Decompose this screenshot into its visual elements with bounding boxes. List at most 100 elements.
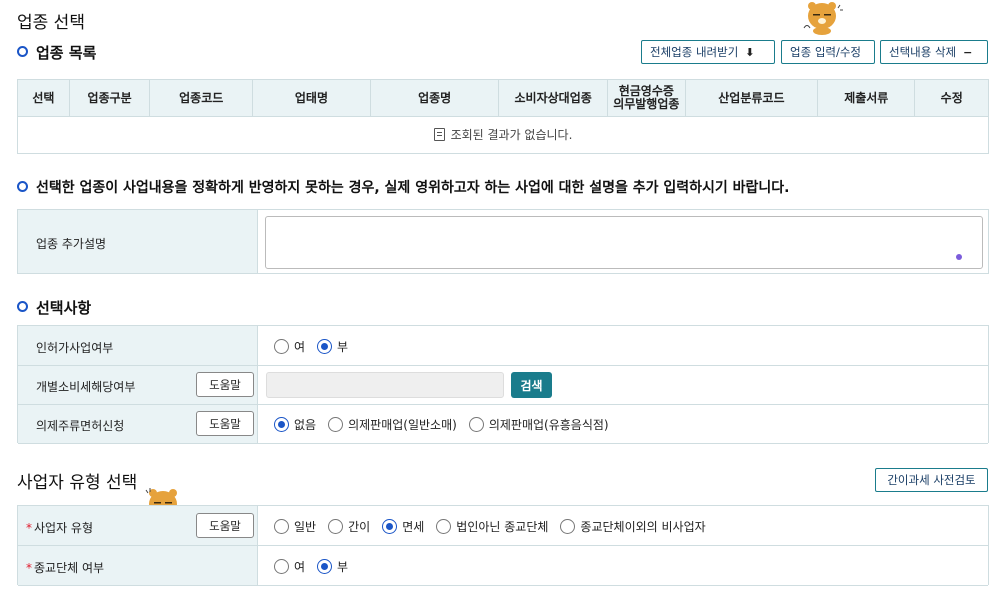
excise-row: 개별소비세해당여부 도움말 검색 bbox=[18, 366, 988, 405]
license-option-no[interactable]: 부 bbox=[317, 338, 348, 355]
biz-type-option-religious[interactable]: 법인아닌 종교단체 bbox=[436, 518, 548, 535]
option-label: 없음 bbox=[294, 418, 317, 432]
radio-button-selected[interactable] bbox=[382, 519, 398, 534]
column-header: 산업분류코드 bbox=[684, 79, 819, 117]
delete-selected-button[interactable]: 선택내용 삭제 − bbox=[880, 40, 988, 64]
industry-list-heading: 업종 목록 bbox=[17, 42, 96, 63]
notice-message: 선택한 업종이 사업내용을 정확하게 반영하지 못하는 경우, 실제 영위하고자… bbox=[36, 180, 790, 196]
option-label: 여 bbox=[294, 560, 306, 574]
simplified-check-button[interactable]: 간이과세 사전검토 bbox=[875, 468, 988, 492]
option-label: 간이 bbox=[348, 520, 371, 534]
extra-description-table: 업종 추가설명 bbox=[17, 209, 989, 274]
option-label: 법인아닌 종교단체 bbox=[456, 520, 549, 534]
option-label: 면세 bbox=[402, 520, 425, 534]
religious-option-yes[interactable]: 여 bbox=[274, 558, 305, 575]
religious-label: * 종교단체 여부 bbox=[26, 559, 104, 576]
license-radio-group: 여 부 bbox=[274, 338, 360, 355]
biz-type-row: * 사업자 유형 도움말 일반 간이 면세 법인아닌 종교단체 종교단체이외의 비… bbox=[18, 506, 988, 546]
radio-button[interactable] bbox=[560, 519, 576, 534]
liquor-radio-group: 없음 의제판매업(일반소매) 의제판매업(유흥음식점) bbox=[274, 416, 621, 433]
religious-radio-group: 여 부 bbox=[274, 558, 360, 575]
delete-selected-label: 선택내용 삭제 bbox=[889, 45, 957, 59]
option-label: 부 bbox=[337, 560, 349, 574]
column-header: 소비자상대업종 bbox=[498, 79, 608, 117]
radio-button[interactable] bbox=[274, 559, 289, 574]
download-all-label: 전체업종 내려받기 bbox=[650, 45, 739, 59]
liquor-option-retail[interactable]: 의제판매업(일반소매) bbox=[328, 416, 457, 433]
biz-type-radio-group: 일반 간이 면세 법인아닌 종교단체 종교단체이외의 비사업자 bbox=[274, 518, 718, 535]
biz-type-heading: 사업자 유형 선택 bbox=[17, 473, 138, 493]
biz-type-option-general[interactable]: 일반 bbox=[274, 518, 316, 535]
page-title: 업종 선택 bbox=[17, 13, 85, 33]
excise-search-button[interactable]: 검색 bbox=[511, 372, 552, 398]
liquor-option-none[interactable]: 없음 bbox=[274, 416, 316, 433]
document-icon bbox=[433, 128, 445, 141]
empty-row: 조회된 결과가 없습니다. bbox=[17, 116, 989, 154]
liquor-label: 의제주류면허신청 bbox=[36, 419, 125, 433]
industry-edit-label: 업종 입력/수정 bbox=[790, 45, 862, 59]
option-label: 종교단체이외의 비사업자 bbox=[580, 520, 706, 534]
required-mark: * bbox=[26, 521, 32, 535]
liquor-option-entertainment[interactable]: 의제판매업(유흥음식점) bbox=[468, 416, 609, 433]
industry-table: 선택 업종구분 업종코드 업태명 업종명 소비자상대업종 현금영수증 의무발행업… bbox=[17, 79, 989, 154]
required-mark: * bbox=[26, 561, 32, 575]
license-row: 인허가사업여부 여 부 bbox=[18, 326, 988, 366]
download-icon: ⬇ bbox=[745, 45, 755, 59]
industry-list-heading-text: 업종 목록 bbox=[36, 44, 97, 62]
biz-type-label: * 사업자 유형 bbox=[26, 519, 93, 536]
excise-label: 개별소비세해당여부 bbox=[36, 380, 136, 394]
options-heading-text: 선택사항 bbox=[36, 299, 92, 317]
bullet-icon bbox=[17, 46, 28, 57]
option-label: 부 bbox=[337, 340, 349, 354]
column-header: 업종구분 bbox=[68, 79, 151, 117]
column-header: 업종코드 bbox=[149, 79, 253, 117]
biz-type-table: * 사업자 유형 도움말 일반 간이 면세 법인아닌 종교단체 종교단체이외의 비… bbox=[17, 505, 989, 586]
column-header: 업종명 bbox=[369, 79, 500, 117]
extra-description-textarea[interactable] bbox=[265, 216, 983, 269]
bullet-icon bbox=[17, 301, 28, 312]
column-header: 업태명 bbox=[251, 79, 371, 117]
column-header: 제출서류 bbox=[817, 79, 916, 117]
bullet-icon bbox=[17, 180, 28, 192]
radio-button-selected[interactable] bbox=[317, 339, 333, 354]
liquor-row: 의제주류면허신청 도움말 없음 의제판매업(일반소매) 의제판매업(유흥음식점) bbox=[18, 405, 988, 444]
radio-button[interactable] bbox=[328, 417, 344, 432]
download-all-button[interactable]: 전체업종 내려받기 ⬇ bbox=[641, 40, 775, 64]
column-header: 현금영수증 의무발행업종 bbox=[607, 79, 686, 117]
radio-button-selected[interactable] bbox=[317, 559, 333, 574]
biz-type-option-exempt[interactable]: 면세 bbox=[382, 518, 424, 535]
biz-type-option-simplified[interactable]: 간이 bbox=[328, 518, 370, 535]
minus-icon: − bbox=[963, 45, 973, 59]
option-label: 의제판매업(유흥음식점) bbox=[488, 418, 609, 432]
religious-option-no[interactable]: 부 bbox=[317, 558, 348, 575]
radio-button-selected[interactable] bbox=[274, 417, 289, 432]
biz-type-label-text: 사업자 유형 bbox=[34, 521, 94, 535]
option-label: 일반 bbox=[294, 520, 317, 534]
option-label: 의제판매업(일반소매) bbox=[348, 418, 457, 432]
mascot-icon bbox=[800, 0, 844, 40]
religious-row: * 종교단체 여부 여 부 bbox=[18, 546, 988, 586]
radio-button[interactable] bbox=[274, 519, 289, 534]
religious-label-text: 종교단체 여부 bbox=[34, 561, 105, 575]
extra-description-label: 업종 추가설명 bbox=[36, 237, 107, 251]
liquor-help-button[interactable]: 도움말 bbox=[196, 411, 254, 436]
industry-edit-button[interactable]: 업종 입력/수정 bbox=[781, 40, 875, 64]
options-heading: 선택사항 bbox=[17, 297, 91, 318]
resize-dot-icon bbox=[956, 254, 962, 260]
column-header: 선택 bbox=[17, 79, 70, 117]
excise-input[interactable] bbox=[266, 372, 504, 398]
biz-type-help-button[interactable]: 도움말 bbox=[196, 513, 254, 538]
notice-text: 선택한 업종이 사업내용을 정확하게 반영하지 못하는 경우, 실제 영위하고자… bbox=[17, 177, 790, 197]
excise-help-button[interactable]: 도움말 bbox=[196, 372, 254, 397]
options-table: 인허가사업여부 여 부 개별소비세해당여부 도움말 검색 의제주류면허신청 도움… bbox=[17, 325, 989, 444]
radio-button[interactable] bbox=[274, 339, 289, 354]
license-label: 인허가사업여부 bbox=[36, 341, 114, 355]
column-header: 수정 bbox=[914, 79, 989, 117]
biz-type-option-nonbusiness[interactable]: 종교단체이외의 비사업자 bbox=[560, 518, 706, 535]
empty-message: 조회된 결과가 없습니다. bbox=[450, 128, 573, 142]
license-option-yes[interactable]: 여 bbox=[274, 338, 305, 355]
option-label: 여 bbox=[294, 340, 306, 354]
radio-button[interactable] bbox=[468, 417, 484, 432]
radio-button[interactable] bbox=[436, 519, 452, 534]
radio-button[interactable] bbox=[328, 519, 344, 534]
